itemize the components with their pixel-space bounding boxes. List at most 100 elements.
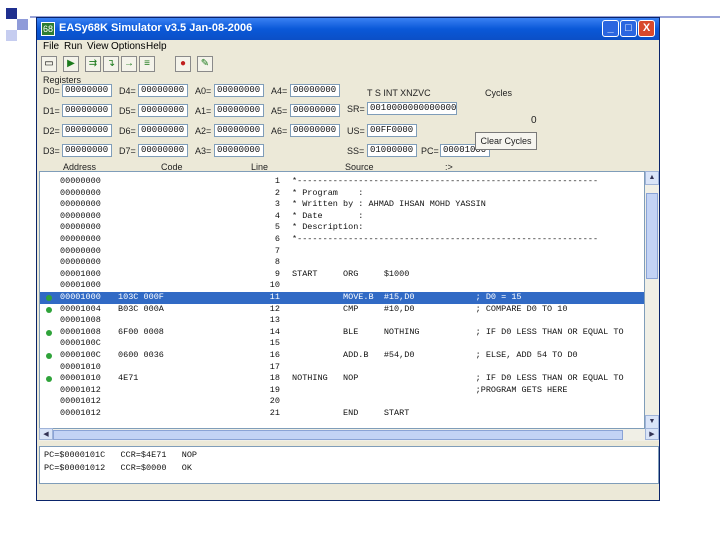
listing-line-number: 5 [274,222,280,233]
open-icon[interactable]: ▭ [41,56,57,72]
us-field[interactable]: 00FF0000 [367,124,417,137]
flags-header: T S INT XNZVC [367,88,431,98]
d0-label: D0= [43,86,60,96]
listing-address: 00001010 [60,361,101,372]
listing-row[interactable]: 00000000 2 * Program : [40,187,644,200]
listing-row[interactable]: 00001000 9 START ORG $1000 [40,268,644,281]
listing-source: BLE NOTHING ; IF D0 LESS THAN OR EQUAL T… [292,326,624,337]
registers-panel: Registers D0= 00000000 D1= 00000000 D2= … [37,75,659,173]
listing-source: START ORG $1000 [292,268,410,279]
listing-address: 00001000 [60,280,101,291]
ss-field[interactable]: 01000000 [367,144,417,157]
menu-view[interactable]: View [87,41,109,52]
listing-row[interactable]: 00001008 13 [40,315,644,327]
menu-help[interactable]: Help [146,41,167,52]
listing-row[interactable]: 00001010 17 [40,361,644,374]
stop-icon[interactable]: ● [175,56,191,72]
run-icon[interactable]: ▶ [63,56,79,72]
vertical-scrollbar[interactable]: ▲ ▼ [645,171,659,429]
pc-label: PC= [421,146,439,156]
listing-line-number: 6 [274,234,280,244]
listing-row[interactable]: 00001000 103C 000F 11 MOVE.B #15,D0 ; D0 =… [40,292,644,304]
listing-row[interactable]: 00001008 6F00 0008 14 BLE NOTHING ; IF D0 … [40,326,644,339]
d4-field[interactable]: 00000000 [138,84,188,97]
title-bar[interactable]: 68 EASy68K Simulator v3.5 Jan-08-2006 _ … [37,18,659,40]
a0-label: A0= [195,86,212,96]
ss-label: SS= [347,146,365,156]
listing-row[interactable]: 00000000 4 * Date : [40,210,644,223]
listing-row[interactable]: 00001012 21 END START [40,408,644,420]
breakpoint-icon[interactable] [46,295,52,301]
a4-field[interactable]: 00000000 [290,84,340,97]
listing-address: 00001004 [60,303,101,314]
minimize-button[interactable]: _ [602,20,619,37]
listing-row[interactable]: 00001004 B03C 000A 12 CMP #10,D0 ; COMPARE… [40,303,644,316]
listing-address: 00000000 [60,245,101,256]
listing-row[interactable]: 00000000 7 [40,245,644,258]
listing-row[interactable]: 00000000 8 [40,257,644,269]
listing-code: 4E71 [118,373,139,384]
d5-field[interactable]: 00000000 [138,104,188,117]
listing-row[interactable]: 00001010 4E71 18 NOTHING NOP ; IF D0 LESS T… [40,373,644,385]
d4-label: D4= [119,86,136,96]
scroll-left-icon[interactable]: ◀ [39,428,53,440]
menu-run[interactable]: Run [64,41,82,52]
run-to-cursor-icon[interactable]: → [121,56,137,72]
breakpoint-icon[interactable] [46,329,52,336]
listing-source: * Date : [292,210,364,221]
listing-source: * Program : [292,187,364,198]
d6-field[interactable]: 00000000 [138,124,188,137]
a3-field[interactable]: 00000000 [214,144,264,157]
d3-field[interactable]: 00000000 [62,144,112,157]
trace-into-icon[interactable]: ↴ [103,56,119,72]
sr-label: SR= [347,104,365,114]
listing-row[interactable]: 00000000 5 * Description: [40,222,644,234]
listing-address: 00001012 [60,396,101,407]
a0-field[interactable]: 00000000 [214,84,264,97]
listing-row[interactable]: 0000100C 0600 0036 16 ADD.B #54,D0 ; ELSE,… [40,350,644,362]
d5-label: D5= [119,106,136,116]
a2-field[interactable]: 00000000 [214,124,264,137]
log-icon[interactable]: ✎ [197,56,213,72]
menu-file[interactable]: File [43,41,59,52]
clear-cycles-button[interactable]: Clear Cycles [475,132,537,150]
d1-field[interactable]: 00000000 [62,104,112,117]
listing-row[interactable]: 00000000 3 * Written by : AHMAD IHSAN MOHD… [40,199,644,211]
a1-label: A1= [195,106,212,116]
listing-line-number: 12 [269,303,280,314]
listing-row[interactable]: 00000000 1 *------------------------------… [40,176,644,188]
scroll-down-icon[interactable]: ▼ [645,415,659,429]
a1-field[interactable]: 00000000 [214,104,264,117]
source-listing[interactable]: 00000000 1 *------------------------------… [39,171,645,429]
breakpoint-icon[interactable] [46,376,52,383]
scroll-right-icon[interactable]: ▶ [645,428,659,440]
status-panel: PC=$0000101C CCR=$4E71 NOP PC=$00001012 … [39,446,659,484]
listing-source: MOVE.B #15,D0 ; D0 = 15 [292,292,522,302]
breakpoint-icon[interactable] [46,353,52,359]
sr-field[interactable]: 0010000000000000 [367,102,457,115]
menu-options[interactable]: Options [111,41,145,52]
close-button[interactable]: X [638,20,655,37]
menu-bar: File Run View Options Help [37,40,659,55]
auto-trace-icon[interactable]: ≡ [139,56,155,72]
maximize-button[interactable]: □ [620,20,637,37]
listing-line-number: 16 [269,350,280,360]
scroll-up-icon[interactable]: ▲ [645,171,659,185]
a2-label: A2= [195,126,212,136]
d0-field[interactable]: 00000000 [62,84,112,97]
horizontal-scrollbar[interactable]: ◀ ▶ [39,428,659,441]
d7-field[interactable]: 00000000 [138,144,188,157]
listing-row[interactable]: 00001000 10 [40,280,644,292]
a5-field[interactable]: 00000000 [290,104,340,117]
listing-row[interactable]: 00001012 19 ;PROGRAM GETS HERE [40,385,644,397]
scroll-thumb[interactable] [646,193,658,279]
scroll-thumb[interactable] [53,430,623,440]
step-over-icon[interactable]: ⇉ [85,56,101,72]
breakpoint-icon[interactable] [46,306,52,313]
listing-row[interactable]: 00000000 6 *------------------------------… [40,234,644,246]
listing-row[interactable]: 00001012 20 [40,396,644,408]
a6-field[interactable]: 00000000 [290,124,340,137]
listing-line-number: 9 [274,268,280,279]
d2-field[interactable]: 00000000 [62,124,112,137]
listing-row[interactable]: 0000100C 15 [40,338,644,350]
